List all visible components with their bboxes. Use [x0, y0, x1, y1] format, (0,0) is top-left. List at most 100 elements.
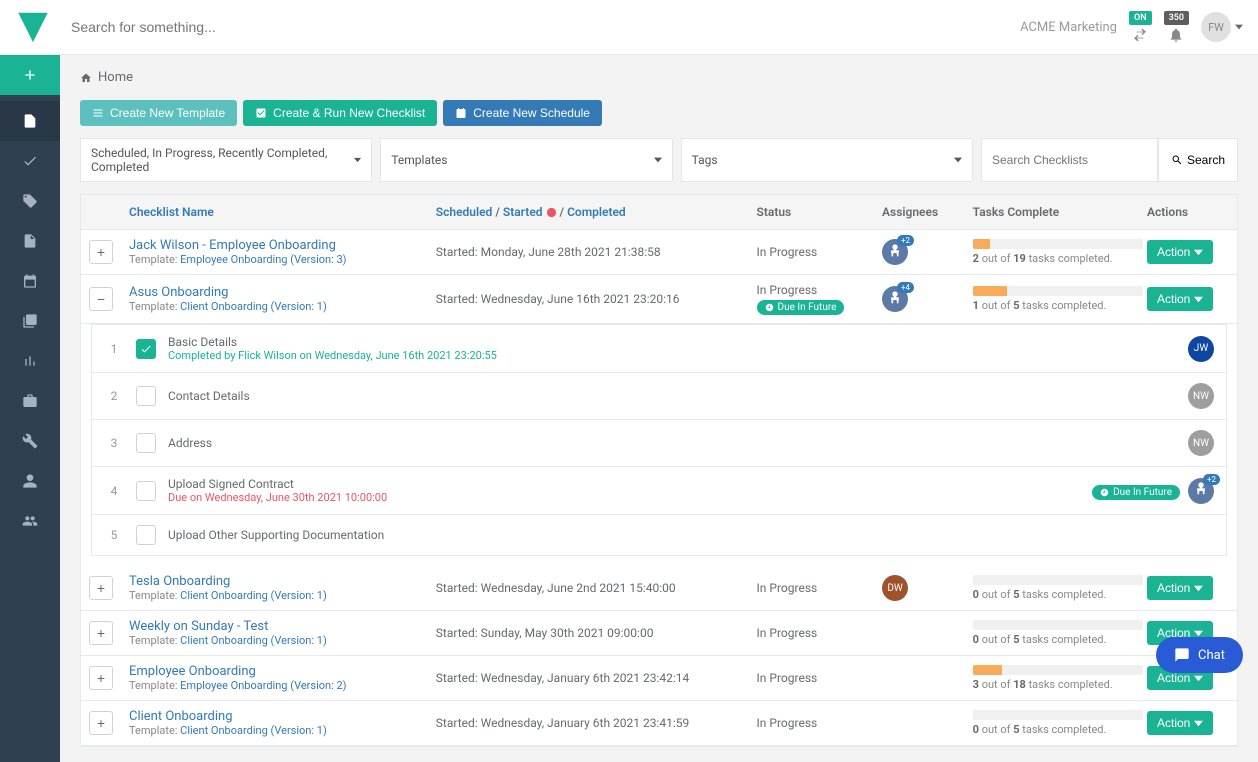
table-row: + Jack Wilson - Employee Onboarding Temp…: [81, 230, 1237, 275]
header-name[interactable]: Checklist Name: [121, 205, 436, 219]
checklist-link[interactable]: Asus Onboarding: [129, 285, 436, 300]
sidebar-item-reports[interactable]: [0, 341, 60, 381]
subtask-title[interactable]: Upload Signed Contract: [168, 477, 1092, 491]
subtask-row: 5 Upload Other Supporting Documentation: [92, 515, 1226, 555]
template-link[interactable]: Client Onboarding (Version: 1): [180, 634, 327, 647]
subtask-avatar[interactable]: NW: [1188, 383, 1214, 409]
subtask-checkbox[interactable]: [136, 481, 156, 501]
checklist-link[interactable]: Jack Wilson - Employee Onboarding: [129, 238, 436, 253]
action-button[interactable]: Action: [1147, 287, 1213, 311]
due-badge: Due In Future: [1092, 485, 1180, 500]
create-schedule-button[interactable]: Create New Schedule: [443, 100, 602, 126]
subtask-checkbox[interactable]: [136, 525, 156, 545]
collapse-button[interactable]: −: [89, 287, 113, 311]
template-link[interactable]: Employee Onboarding (Version: 2): [180, 679, 346, 692]
template-line: Template: Client Onboarding (Version: 1): [129, 300, 436, 313]
sidebar-item-library[interactable]: [0, 301, 60, 341]
table-header: Checklist Name Scheduled / Started / Com…: [81, 195, 1237, 230]
sidebar-item-tasks[interactable]: [0, 141, 60, 181]
bell-icon[interactable]: [1168, 27, 1184, 43]
action-button[interactable]: Action: [1147, 240, 1213, 264]
subtask-checkbox[interactable]: [136, 386, 156, 406]
expand-button[interactable]: +: [89, 711, 113, 735]
caret-down-icon: [1194, 248, 1203, 257]
user-avatar: FW: [1201, 12, 1231, 42]
status-filter-dropdown[interactable]: Scheduled, In Progress, Recently Complet…: [80, 138, 372, 182]
template-link[interactable]: Client Onboarding (Version: 1): [180, 724, 327, 737]
sidebar-item-users[interactable]: [0, 501, 60, 541]
checklist-link[interactable]: Client Onboarding: [129, 709, 436, 724]
create-template-button[interactable]: Create New Template: [80, 100, 237, 126]
header-status[interactable]: Status: [757, 205, 883, 219]
action-button[interactable]: Action: [1147, 711, 1213, 735]
subtask-avatar[interactable]: JW: [1188, 336, 1214, 362]
table-row: − Asus Onboarding Template: Client Onboa…: [81, 275, 1237, 324]
checklist-link[interactable]: Employee Onboarding: [129, 664, 436, 679]
subtask-number: 2: [104, 389, 124, 403]
sidebar-item-user[interactable]: [0, 461, 60, 501]
status-text: In Progress: [757, 626, 818, 640]
templates-filter-dropdown[interactable]: Templates: [380, 138, 672, 182]
header-assignees[interactable]: Assignees: [882, 205, 973, 219]
status-text: In Progress: [757, 671, 818, 685]
template-link[interactable]: Client Onboarding (Version: 1): [180, 589, 327, 602]
subtask-checkbox[interactable]: [136, 433, 156, 453]
checklist-search-button[interactable]: Search: [1158, 138, 1238, 182]
chat-widget[interactable]: Chat: [1156, 637, 1243, 673]
template-link[interactable]: Employee Onboarding (Version: 3): [180, 253, 346, 266]
list-icon: [92, 107, 104, 119]
checklist-search-input[interactable]: [981, 138, 1158, 182]
expand-button[interactable]: +: [89, 666, 113, 690]
checklist-link[interactable]: Weekly on Sunday - Test: [129, 619, 436, 634]
action-button[interactable]: Action: [1147, 576, 1213, 600]
expand-button[interactable]: +: [89, 240, 113, 264]
subtask-avatar[interactable]: +2: [1188, 478, 1214, 504]
template-link[interactable]: Client Onboarding (Version: 1): [180, 300, 327, 313]
started-text: Started: Wednesday, January 6th 2021 23:…: [436, 716, 757, 730]
app-logo: [15, 9, 51, 45]
progress-bar: [973, 575, 1143, 585]
sidebar-item-files[interactable]: [0, 221, 60, 261]
assignee-avatar[interactable]: DW: [882, 575, 908, 601]
topbar: ACME Marketing ON 350 FW: [0, 0, 1258, 55]
create-run-checklist-button[interactable]: Create & Run New Checklist: [243, 100, 437, 126]
action-buttons: Create New Template Create & Run New Che…: [80, 100, 1238, 126]
subtask-row: 2 Contact Details NW: [92, 373, 1226, 420]
exchange-icon[interactable]: [1132, 27, 1148, 43]
subtask-row: 3 Address NW: [92, 420, 1226, 467]
progress-bar: [973, 620, 1143, 630]
expand-button[interactable]: +: [89, 576, 113, 600]
subtask-checkbox[interactable]: [136, 339, 156, 359]
sidebar-add-button[interactable]: [0, 55, 60, 95]
sidebar-item-settings[interactable]: [0, 421, 60, 461]
subtask-title[interactable]: Address: [168, 436, 1188, 450]
status-text: In Progress: [757, 716, 818, 730]
subtask-title[interactable]: Contact Details: [168, 389, 1188, 403]
user-menu[interactable]: FW: [1201, 12, 1243, 42]
progress-text: 2 out of 19 tasks completed.: [973, 252, 1147, 265]
sidebar-item-checklists[interactable]: [0, 101, 60, 141]
subtask-avatar[interactable]: NW: [1188, 430, 1214, 456]
assignee-extra-badge: +2: [1203, 474, 1220, 485]
header-actions: Actions: [1147, 205, 1237, 219]
check-square-icon: [255, 107, 267, 119]
global-search-input[interactable]: [71, 19, 1020, 35]
subtask-title[interactable]: Upload Other Supporting Documentation: [168, 528, 1214, 542]
assignee-extra-badge: +4: [897, 282, 914, 293]
breadcrumb-home[interactable]: Home: [98, 70, 133, 85]
sidebar-item-tags[interactable]: [0, 181, 60, 221]
header-started[interactable]: Scheduled / Started / Completed: [436, 205, 757, 219]
sidebar-item-briefcase[interactable]: [0, 381, 60, 421]
assignee-avatar[interactable]: +4: [882, 286, 908, 312]
sidebar-item-calendar[interactable]: [0, 261, 60, 301]
subtask-due-text: Due on Wednesday, June 30th 2021 10:00:0…: [168, 491, 1092, 504]
assignee-avatar[interactable]: +2: [882, 239, 908, 265]
header-tasks[interactable]: Tasks Complete: [973, 205, 1147, 219]
progress-text: 1 out of 5 tasks completed.: [973, 299, 1147, 312]
checklist-link[interactable]: Tesla Onboarding: [129, 574, 436, 589]
expand-button[interactable]: +: [89, 621, 113, 645]
subtask-title[interactable]: Basic Details: [168, 335, 1188, 349]
progress-bar: [973, 286, 1143, 296]
status-on-badge: ON: [1129, 11, 1152, 25]
tags-filter-dropdown[interactable]: Tags: [681, 138, 973, 182]
